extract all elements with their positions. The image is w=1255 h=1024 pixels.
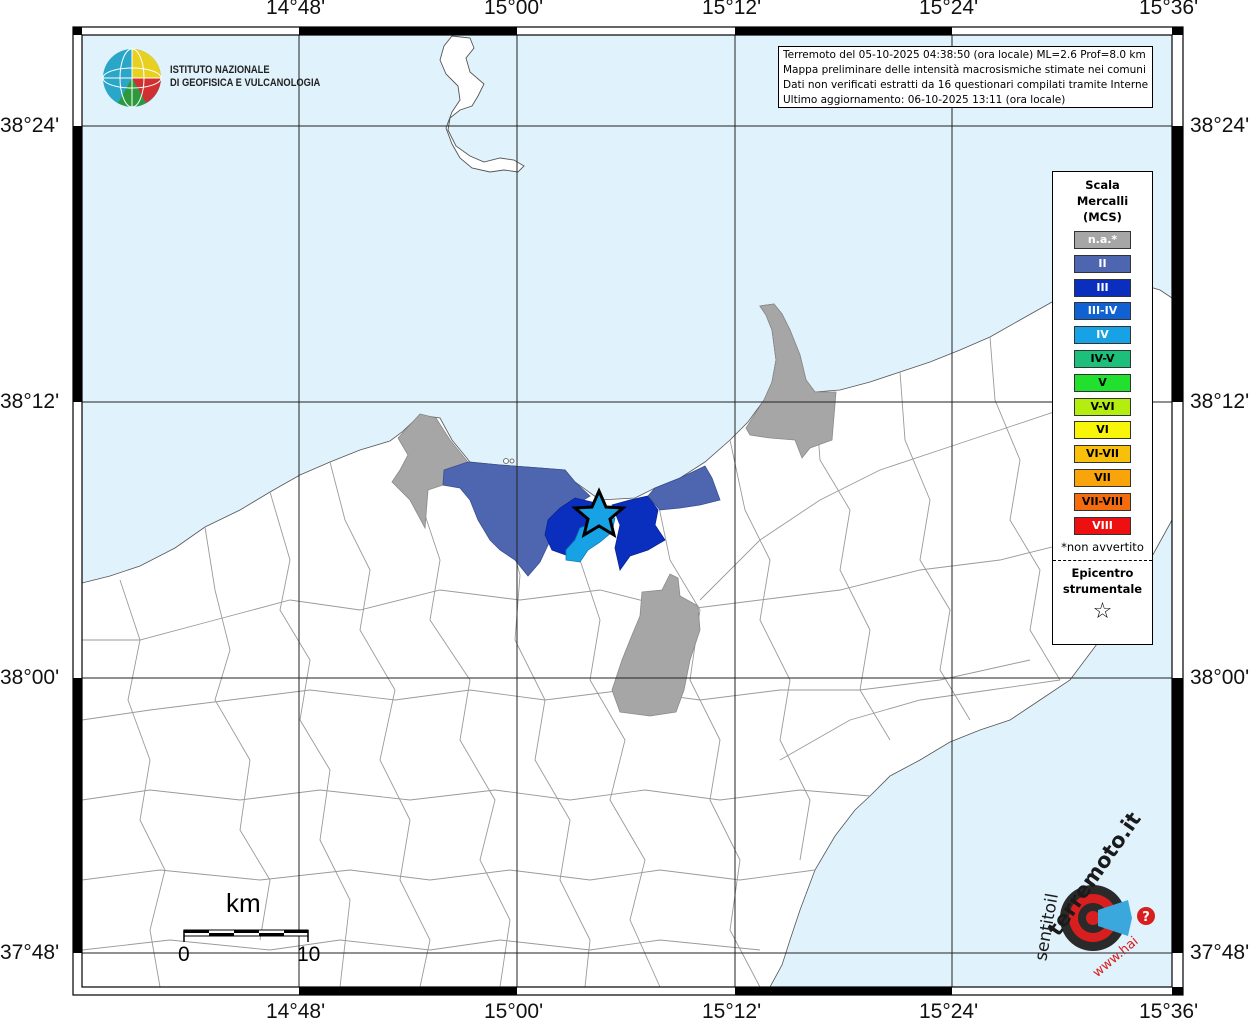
legend-epicenter-label: Epicentro strumentale (1053, 565, 1152, 597)
legend-divider (1053, 560, 1152, 562)
legend-swatch: V-VI (1074, 397, 1131, 416)
lon-label-bottom: 15°24' (919, 1000, 979, 1023)
legend-swatch: IV-V (1074, 349, 1131, 368)
lat-label-right: 38°12' (1190, 390, 1250, 413)
lat-label-left: 37°48' (0, 941, 60, 964)
legend-title: Scala Mercalli (MCS) (1053, 177, 1152, 225)
lat-label-right: 38°24' (1190, 114, 1250, 137)
legend-swatch: III (1074, 278, 1131, 297)
legend-title-line: Mercalli (1076, 194, 1129, 208)
lon-label-bottom: 15°12' (702, 1000, 762, 1023)
islet (509, 458, 515, 464)
svg-text:?: ? (1142, 910, 1150, 925)
legend-swatch: II (1074, 254, 1131, 273)
lon-label-top: 15°12' (702, 0, 762, 19)
lon-label-top: 14°48' (266, 0, 326, 19)
scale-max-label: 10 (297, 943, 321, 966)
star-icon: ☆ (1092, 599, 1113, 625)
legend-epicenter-line: Epicentro (1071, 566, 1134, 581)
legend-swatch: VI (1074, 421, 1131, 440)
lat-label-left: 38°12' (0, 390, 60, 413)
logo-line-1: ISTITUTO NAZIONALE (170, 64, 270, 76)
info-line-updated: Ultimo aggiornamento: 06-10-2025 13:11 (… (783, 94, 1066, 106)
lon-label-bottom: 15°00' (484, 1000, 544, 1023)
lat-label-left: 38°24' (0, 114, 60, 137)
info-line-data-source: Dati non verificati estratti da 16 quest… (783, 79, 1148, 91)
lat-label-right: 37°48' (1190, 941, 1250, 964)
ingv-logo-text: ISTITUTO NAZIONALE DI GEOFISICA E VULCAN… (170, 64, 320, 90)
lon-label-top: 15°36' (1139, 0, 1199, 19)
lon-label-top: 15°24' (919, 0, 979, 19)
ingv-logo-icon (102, 48, 162, 108)
legend-swatch: VII-VIII (1074, 492, 1131, 511)
scale-unit-label: km (226, 888, 261, 918)
legend-swatch: III-IV (1074, 302, 1131, 321)
legend-swatch: V (1074, 373, 1131, 392)
scale-min-label: 0 (178, 943, 190, 966)
lon-label-bottom: 14°48' (266, 1000, 326, 1023)
lat-label-left: 38°00' (0, 666, 60, 689)
earthquake-info-box: Terremoto del 05-10-2025 04:38:50 (ora l… (778, 46, 1153, 108)
mcs-legend: Scala Mercalli (MCS) n.a.* II III III-IV IV I… (1052, 171, 1153, 645)
lat-label-right: 38°00' (1190, 666, 1250, 689)
legend-note: *non avvertito (1061, 540, 1144, 555)
legend-swatch: VI-VII (1074, 445, 1131, 464)
legend-title-line: (MCS) (1083, 210, 1122, 224)
info-line-description: Mappa preliminare delle intensità macros… (783, 64, 1146, 76)
info-line-event: Terremoto del 05-10-2025 04:38:50 (ora l… (783, 49, 1146, 61)
legend-items: n.a.* II III III-IV IV IV-V V V-VI VI VI-VII VII VI… (1053, 231, 1152, 535)
lon-label-top: 15°00' (484, 0, 544, 19)
legend-epicenter-line: strumentale (1062, 582, 1143, 597)
legend-swatch: IV (1074, 326, 1131, 345)
legend-title-line: Scala (1085, 178, 1120, 192)
legend-swatch: VII (1074, 468, 1131, 487)
legend-swatch: VIII (1074, 516, 1131, 535)
lon-label-bottom: 15°36' (1139, 1000, 1199, 1023)
logo-line-2: DI GEOFISICA E VULCANOLOGIA (170, 77, 321, 89)
legend-swatch: n.a.* (1074, 231, 1131, 249)
islet (503, 458, 509, 464)
